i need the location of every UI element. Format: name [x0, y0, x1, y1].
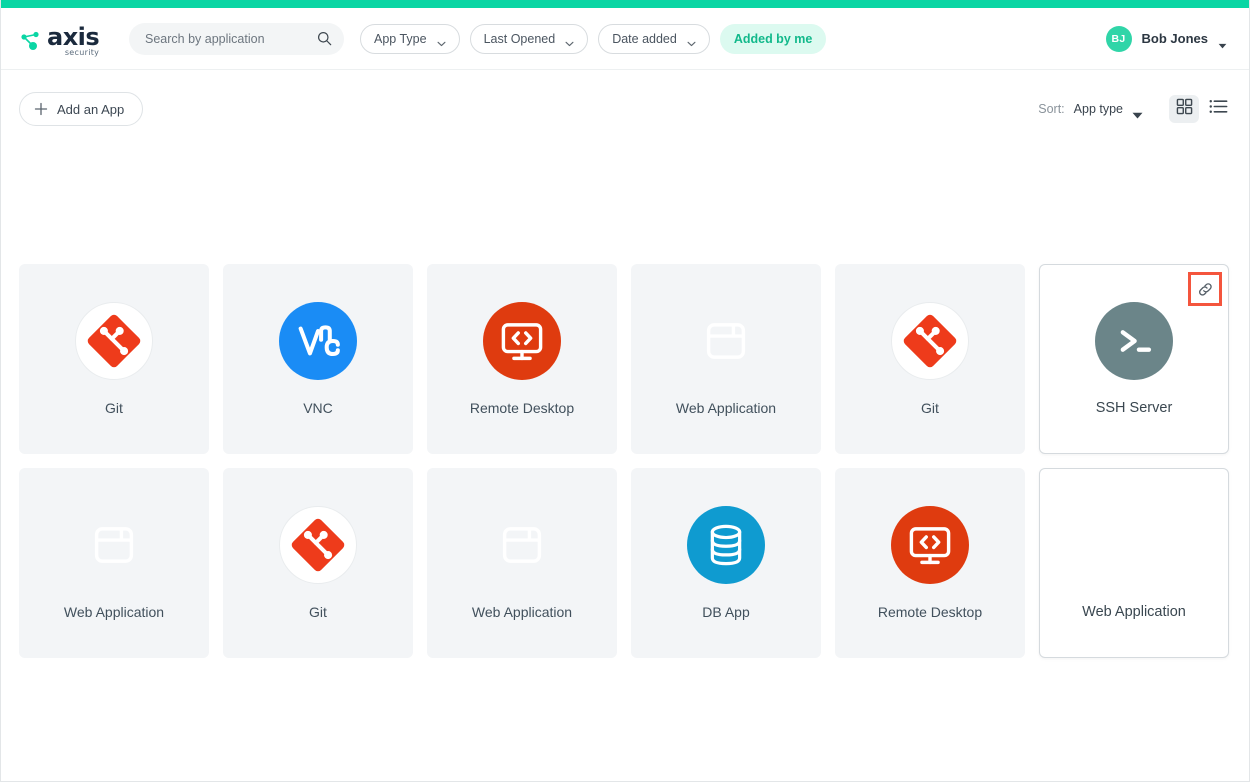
add-app-button[interactable]: Add an App: [19, 92, 144, 126]
brand-name: axis: [47, 22, 100, 51]
app-card[interactable]: Web Application: [427, 468, 617, 658]
app-card[interactable]: Git: [835, 264, 1025, 454]
app-card-label: Web Application: [63, 604, 165, 620]
app-card[interactable]: DB App: [631, 468, 821, 658]
app-card[interactable]: VNC: [223, 264, 413, 454]
app-card[interactable]: Remote Desktop: [835, 468, 1025, 658]
app-card[interactable]: Git: [223, 468, 413, 658]
filter-last-opened[interactable]: Last Opened: [469, 23, 589, 54]
web-application-icon: [687, 302, 765, 380]
app-portal-page: axis security App Type Last Opened: [0, 0, 1250, 782]
chevron-down-icon: [437, 36, 446, 46]
web-application-icon: [75, 506, 153, 584]
app-card-label: Git: [105, 400, 123, 416]
search-box[interactable]: [129, 22, 344, 55]
app-card-label: Web Application: [675, 400, 777, 416]
axis-node-graph-icon: [19, 29, 45, 55]
link-icon[interactable]: [1188, 272, 1222, 306]
app-grid: Git VNC Remote Desktop Web Application Git SS…: [19, 264, 1233, 658]
chevron-down-solid-icon: [1132, 106, 1143, 118]
content-toolbar: Add an App Sort: App type: [1, 70, 1249, 148]
filter-last-opened-label: Last Opened: [483, 31, 556, 46]
web-application-icon: [1095, 506, 1173, 584]
db-app-icon: [687, 506, 765, 584]
filter-app-type[interactable]: App Type: [360, 23, 460, 54]
ssh-server-icon: [1095, 302, 1173, 380]
app-card[interactable]: Web Application: [19, 468, 209, 658]
web-application-icon: [483, 506, 561, 584]
app-card[interactable]: Web Application: [631, 264, 821, 454]
app-card-label: Remote Desktop: [469, 400, 575, 416]
app-card-label: Web Application: [471, 604, 573, 620]
filter-app-type-label: App Type: [374, 31, 427, 46]
chevron-down-icon: [1218, 36, 1227, 48]
app-card[interactable]: Web Application: [1039, 468, 1229, 658]
app-card[interactable]: Remote Desktop: [427, 264, 617, 454]
chevron-down-icon: [687, 36, 696, 46]
app-card-label: DB App: [702, 604, 750, 620]
sort-dropdown[interactable]: Sort: App type: [1038, 102, 1143, 118]
plus-icon: [34, 102, 48, 116]
git-icon: [279, 506, 357, 584]
app-card-label: Remote Desktop: [877, 604, 983, 620]
grid-view-icon: [1176, 98, 1193, 120]
brand-logo[interactable]: axis security: [19, 19, 115, 59]
grid-view-button[interactable]: [1169, 95, 1199, 123]
app-header: axis security App Type Last Opened: [1, 8, 1249, 70]
top-accent-bar: [1, 0, 1249, 8]
remote-desktop-icon: [891, 506, 969, 584]
app-card[interactable]: SSH Server: [1039, 264, 1229, 454]
app-card[interactable]: Git: [19, 264, 209, 454]
list-view-button[interactable]: [1203, 95, 1233, 123]
remote-desktop-icon: [483, 302, 561, 380]
user-name: Bob Jones: [1141, 31, 1208, 46]
vnc-icon: [279, 302, 357, 380]
avatar: BJ: [1105, 25, 1132, 52]
filter-added-by-me[interactable]: Added by me: [719, 23, 827, 54]
app-card-label: SSH Server: [1095, 400, 1173, 416]
filter-date-added-label: Date added: [612, 31, 677, 46]
filter-added-by-me-label: Added by me: [733, 31, 813, 46]
sort-value: App type: [1073, 102, 1123, 116]
sort-label: Sort:: [1038, 102, 1065, 116]
add-app-label: Add an App: [57, 101, 125, 117]
chevron-down-icon: [565, 36, 574, 46]
git-icon: [75, 302, 153, 380]
user-menu[interactable]: BJ Bob Jones: [1105, 25, 1233, 52]
search-icon[interactable]: [317, 31, 332, 46]
app-card-label: VNC: [303, 400, 333, 416]
app-card-label: Git: [309, 604, 327, 620]
app-card-label: Web Application: [1082, 604, 1186, 620]
git-icon: [891, 302, 969, 380]
filter-date-added[interactable]: Date added: [598, 23, 710, 54]
search-input[interactable]: [143, 30, 317, 47]
list-view-icon: [1209, 98, 1228, 120]
app-card-label: Git: [921, 400, 939, 416]
